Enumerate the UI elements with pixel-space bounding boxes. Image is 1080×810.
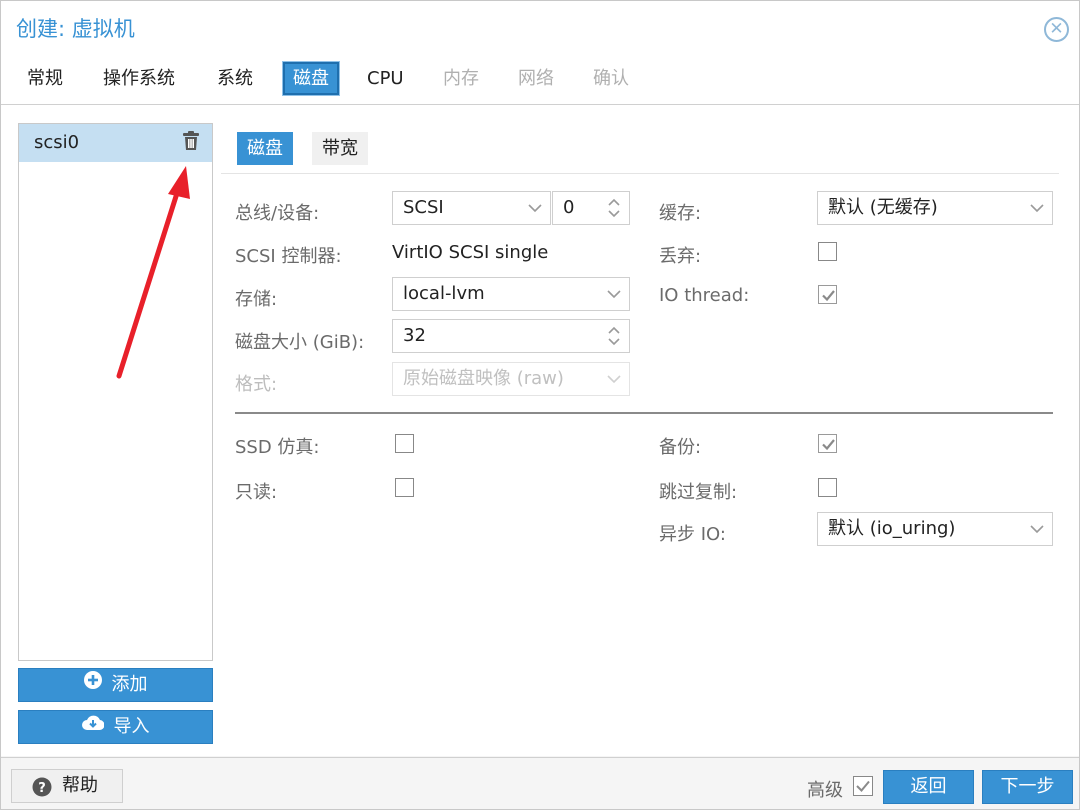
- advanced-checkbox[interactable]: [853, 776, 873, 796]
- tab-system[interactable]: 系统: [209, 62, 261, 95]
- chevron-down-icon: [1030, 525, 1044, 534]
- tab-os[interactable]: 操作系统: [95, 62, 183, 95]
- format-value: 原始磁盘映像 (raw): [403, 368, 564, 389]
- async-io-value: 默认 (io_uring): [828, 518, 956, 539]
- checkmark-icon: [822, 439, 835, 451]
- cache-label: 缓存:: [659, 203, 702, 224]
- disk-item-label: scsi0: [34, 132, 80, 153]
- wizard-tabs: 常规 操作系统 系统 磁盘 CPU 内存 网络 确认: [1, 56, 1079, 104]
- scsi-controller-label: SCSI 控制器:: [235, 246, 342, 267]
- io-thread-checkbox[interactable]: [818, 285, 837, 304]
- bus-select[interactable]: SCSI: [392, 191, 551, 225]
- disk-size-stepper[interactable]: 32: [392, 319, 630, 353]
- add-disk-button[interactable]: 添加: [18, 668, 213, 702]
- read-only-checkbox[interactable]: [395, 478, 414, 497]
- import-disk-button[interactable]: 导入: [18, 710, 213, 744]
- back-button[interactable]: 返回: [883, 770, 974, 804]
- subtab-divider: [221, 173, 1059, 174]
- tab-confirm: 确认: [593, 68, 629, 89]
- tab-memory: 内存: [443, 68, 479, 89]
- read-only-label: 只读:: [235, 482, 278, 503]
- disk-size-value: 32: [403, 325, 426, 346]
- bus-device-label: 总线/设备:: [235, 203, 320, 224]
- spinner-icon[interactable]: [607, 324, 621, 348]
- trash-icon[interactable]: [182, 131, 200, 151]
- async-io-select[interactable]: 默认 (io_uring): [817, 512, 1053, 546]
- disk-list: scsi0: [18, 123, 213, 661]
- io-thread-label: IO thread:: [659, 285, 750, 306]
- checkmark-icon: [856, 780, 870, 792]
- advanced-label: 高级: [807, 780, 843, 801]
- discard-label: 丢弃:: [659, 246, 702, 267]
- format-select: 原始磁盘映像 (raw): [392, 362, 630, 396]
- skip-replication-checkbox[interactable]: [818, 478, 837, 497]
- ssd-emulation-checkbox[interactable]: [395, 434, 414, 453]
- chevron-down-icon: [607, 290, 621, 299]
- backup-checkbox[interactable]: [818, 434, 837, 453]
- storage-value: local-lvm: [403, 283, 485, 304]
- subtab-disk[interactable]: 磁盘: [237, 132, 293, 165]
- chevron-down-icon: [607, 375, 621, 384]
- storage-select[interactable]: local-lvm: [392, 277, 630, 311]
- disk-size-label: 磁盘大小 (GiB):: [235, 332, 365, 353]
- tab-general[interactable]: 常规: [19, 62, 71, 95]
- cache-select[interactable]: 默认 (无缓存): [817, 191, 1053, 225]
- disk-panel: scsi0 添加 导入 磁盘 带宽 总线/设备: SCSI 0 SCSI 控制器…: [1, 104, 1079, 756]
- help-button[interactable]: ? 帮助: [11, 769, 123, 803]
- cloud-download-icon: [81, 710, 105, 742]
- dialog-title: 创建: 虚拟机: [16, 17, 135, 41]
- scsi-controller-value: VirtIO SCSI single: [392, 242, 549, 263]
- tab-network: 网络: [518, 68, 554, 89]
- ssd-emulation-label: SSD 仿真:: [235, 437, 320, 458]
- create-vm-dialog: 创建: 虚拟机 ✕ 常规 操作系统 系统 磁盘 CPU 内存 网络 确认 scs…: [0, 0, 1080, 810]
- list-item-scsi0[interactable]: scsi0: [19, 124, 212, 162]
- help-label: 帮助: [62, 775, 98, 796]
- plus-circle-icon: [83, 668, 102, 700]
- chevron-down-icon: [528, 204, 542, 213]
- svg-text:?: ?: [38, 781, 46, 796]
- dialog-footer: ? 帮助 高级 返回 下一步: [1, 757, 1079, 809]
- chevron-down-icon: [1030, 204, 1044, 213]
- bus-value: SCSI: [403, 197, 444, 218]
- advanced-divider: [235, 412, 1053, 414]
- dialog-titlebar: 创建: 虚拟机 ✕: [1, 1, 1079, 56]
- spinner-icon[interactable]: [607, 196, 621, 220]
- device-number-stepper[interactable]: 0: [552, 191, 630, 225]
- async-io-label: 异步 IO:: [659, 524, 726, 545]
- backup-label: 备份:: [659, 437, 702, 458]
- checkmark-icon: [822, 290, 835, 302]
- tab-disks[interactable]: 磁盘: [282, 61, 340, 96]
- import-label: 导入: [113, 716, 150, 737]
- format-label: 格式:: [235, 374, 278, 395]
- cache-value: 默认 (无缓存): [828, 197, 938, 218]
- storage-label: 存储:: [235, 289, 278, 310]
- close-icon[interactable]: ✕: [1044, 17, 1069, 42]
- question-circle-icon: ?: [32, 776, 52, 797]
- subtab-bandwidth[interactable]: 带宽: [312, 132, 368, 165]
- skip-replication-label: 跳过复制:: [659, 482, 738, 503]
- tab-cpu[interactable]: CPU: [359, 62, 412, 95]
- device-number-value: 0: [563, 197, 575, 218]
- next-button[interactable]: 下一步: [982, 770, 1073, 804]
- discard-checkbox[interactable]: [818, 242, 837, 261]
- add-label: 添加: [111, 674, 148, 695]
